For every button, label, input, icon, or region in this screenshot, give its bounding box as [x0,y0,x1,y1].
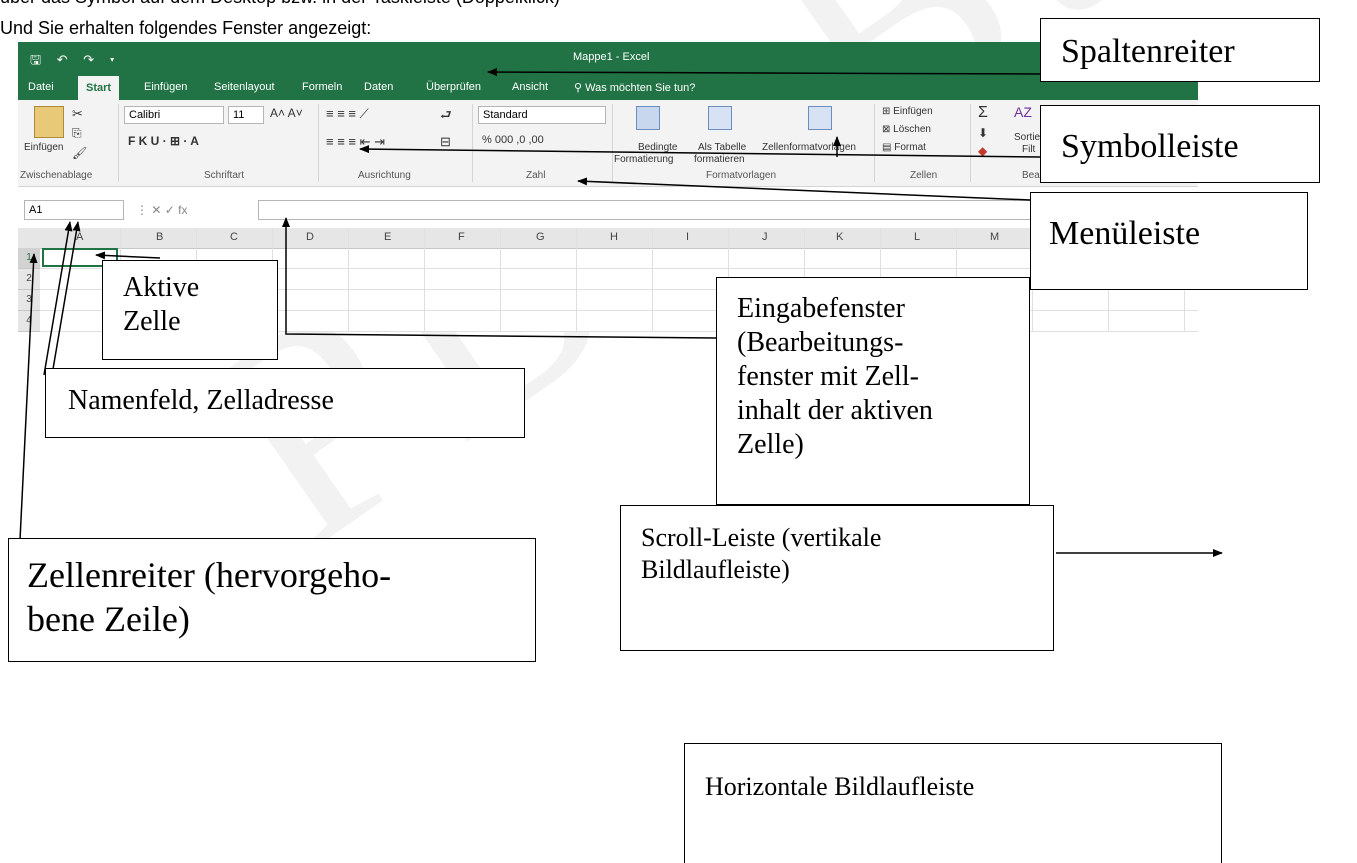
label-eingabefenster: Eingabefenster (Bearbeitungs- fenster mi… [716,277,1030,505]
arrow-menueleiste [577,177,1031,201]
label-spaltenreiter: Spaltenreiter [1040,18,1320,82]
label-eingabefenster-line: fenster mit Zell- [737,361,919,392]
label-eingabefenster-line: Eingabefenster [737,293,905,324]
label-zellenreiter-line: bene Zeile) [27,599,190,639]
arrow-eingabefenster [282,217,717,339]
label-symbolleiste: Symbolleiste [1040,105,1320,183]
arrow-spaltenreiter [487,68,1041,77]
label-aktive-zelle: Aktive Zelle [102,260,278,360]
label-zellenreiter: Zellenreiter (hervorgeho- bene Zeile) [8,538,536,662]
arrow-aktive-zelle [95,251,161,260]
label-eingabefenster-line: inhalt der aktiven [737,395,933,426]
label-aktive-zelle-line: Aktive [123,272,200,303]
arrow-symbolleiste [359,145,1041,158]
arrow-namenfeld-2 [43,221,73,376]
label-scroll-leiste-line: Bildlaufleiste) [641,555,790,584]
label-menueleiste: Menüleiste [1030,192,1308,290]
label-eingabefenster-line: Zelle) [737,429,804,460]
label-eingabefenster-line: (Bearbeitungs- [737,327,904,358]
arrow-namenfeld-1 [51,221,81,376]
arrow-zellenreiter [19,253,38,541]
label-zellenreiter-line: Zellenreiter (hervorgeho- [27,555,392,595]
label-scroll-leiste-line: Scroll-Leiste (vertikale [641,523,882,552]
label-horizontale-bildlaufleiste: Horizontale Bildlaufleiste [684,743,1222,863]
label-scroll-leiste: Scroll-Leiste (vertikale Bildlaufleiste) [620,505,1054,651]
label-namenfeld: Namenfeld, Zelladresse [45,368,525,438]
label-aktive-zelle-line: Zelle [123,306,181,337]
